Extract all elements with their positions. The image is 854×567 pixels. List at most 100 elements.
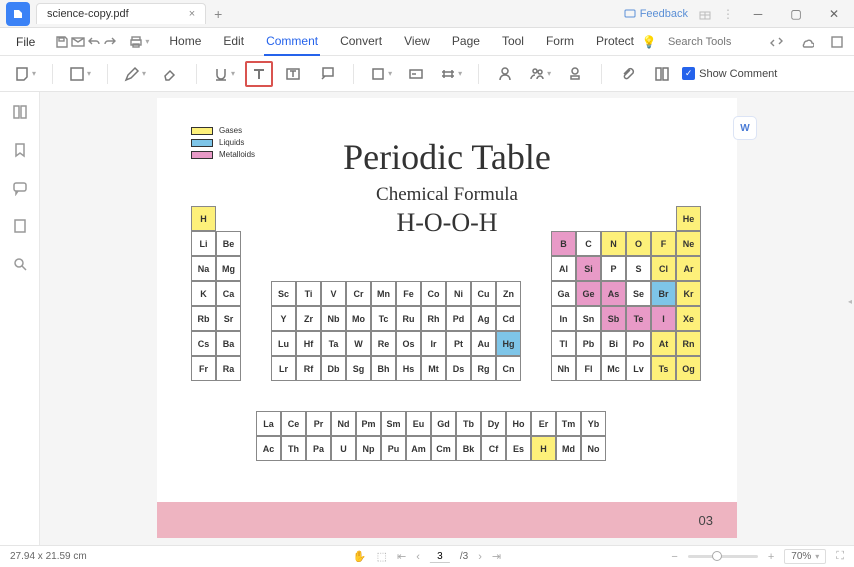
attachment-icon[interactable] <box>10 216 30 236</box>
right-panel-handle[interactable]: ◂ <box>846 284 854 320</box>
gift-icon[interactable] <box>698 7 712 21</box>
feedback-link[interactable]: Feedback <box>624 8 688 20</box>
element-Zn: Zn <box>496 281 521 306</box>
pencil-tool[interactable]: ▾ <box>120 61 150 87</box>
fit-page-icon[interactable]: ⛶ <box>836 550 844 563</box>
element-P: P <box>601 256 626 281</box>
menu-tab-view[interactable]: View <box>402 28 432 56</box>
search-tools-input[interactable] <box>668 36 758 48</box>
cloud-icon[interactable] <box>796 31 818 53</box>
element-At: At <box>651 331 676 356</box>
page-number-input[interactable] <box>430 551 450 563</box>
prev-page-icon[interactable]: ‹ <box>416 551 420 563</box>
menu-tab-edit[interactable]: Edit <box>221 28 246 56</box>
file-menu[interactable]: File <box>8 31 43 53</box>
page-title: Periodic Table <box>175 136 719 178</box>
redo-icon[interactable] <box>103 31 117 53</box>
first-page-icon[interactable]: ⇤ <box>397 550 406 563</box>
menu-tab-page[interactable]: Page <box>450 28 482 56</box>
search-icon[interactable] <box>10 254 30 274</box>
next-page-icon[interactable]: › <box>478 551 482 563</box>
element-Hg: Hg <box>496 331 521 356</box>
element-Kr: Kr <box>676 281 701 306</box>
element-Ts: Ts <box>651 356 676 381</box>
underline-tool[interactable]: ▾ <box>209 61 239 87</box>
element-Tc: Tc <box>371 306 396 331</box>
element-Pd: Pd <box>446 306 471 331</box>
element-Mo: Mo <box>346 306 371 331</box>
eraser-tool[interactable] <box>156 61 184 87</box>
menu-tab-tool[interactable]: Tool <box>500 28 526 56</box>
show-comment-toggle[interactable]: ✓ Show Comment <box>682 67 777 80</box>
element-Ar: Ar <box>676 256 701 281</box>
page-footer: 03 <box>157 502 737 538</box>
select-tool-icon[interactable]: ⬚ <box>377 550 387 563</box>
element-Th: Th <box>281 436 306 461</box>
document-viewport[interactable]: W GasesLiquidsMetalloids Periodic Table … <box>40 92 854 545</box>
stamp-tool[interactable] <box>402 61 430 87</box>
zoom-in-icon[interactable]: + <box>768 551 774 563</box>
fit-icon[interactable] <box>826 31 848 53</box>
legend-row: Liquids <box>191 138 255 147</box>
pdf-page: W GasesLiquidsMetalloids Periodic Table … <box>157 98 737 538</box>
menu-tab-comment[interactable]: Comment <box>264 28 320 56</box>
callout-tool[interactable] <box>313 61 341 87</box>
element-Rg: Rg <box>471 356 496 381</box>
print-icon[interactable] <box>129 31 143 53</box>
element-Mc: Mc <box>601 356 626 381</box>
note-tool[interactable]: ▾ <box>10 61 40 87</box>
maximize-button[interactable]: ▢ <box>782 2 810 26</box>
element-Cn: Cn <box>496 356 521 381</box>
print-dropdown[interactable]: ▾ <box>145 37 149 46</box>
element-Ho: Ho <box>506 411 531 436</box>
more-icon[interactable]: ⋮ <box>722 7 734 21</box>
people-tool[interactable]: ▾ <box>525 61 555 87</box>
close-tab-icon[interactable]: × <box>189 8 195 20</box>
word-export-badge[interactable]: W <box>733 116 757 140</box>
element-Al: Al <box>551 256 576 281</box>
element-Si: Si <box>576 256 601 281</box>
comment-icon[interactable] <box>10 178 30 198</box>
typewriter-tool[interactable] <box>245 61 273 87</box>
element-O: O <box>626 231 651 256</box>
element-Cf: Cf <box>481 436 506 461</box>
last-page-icon[interactable]: ⇥ <box>492 550 501 563</box>
menu-tab-convert[interactable]: Convert <box>338 28 384 56</box>
textbox-tool[interactable] <box>279 61 307 87</box>
undo-icon[interactable] <box>87 31 101 53</box>
highlight-tool[interactable]: ▾ <box>65 61 95 87</box>
stamp2-tool[interactable] <box>561 61 589 87</box>
element-No: No <box>581 436 606 461</box>
element-Ba: Ba <box>216 331 241 356</box>
zoom-slider[interactable] <box>688 555 758 558</box>
add-tab-button[interactable]: + <box>214 6 222 22</box>
menu-tab-protect[interactable]: Protect <box>594 28 636 56</box>
hand-tool-icon[interactable]: ✋ <box>353 550 367 563</box>
element-Ce: Ce <box>281 411 306 436</box>
comments-panel-tool[interactable] <box>648 61 676 87</box>
zoom-out-icon[interactable]: − <box>671 551 677 563</box>
minimize-button[interactable]: ─ <box>744 2 772 26</box>
attach-tool[interactable] <box>614 61 642 87</box>
element-Ga: Ga <box>551 281 576 306</box>
bulb-icon[interactable]: 💡 <box>638 31 660 53</box>
element-Og: Og <box>676 356 701 381</box>
zoom-value[interactable]: 70%▾ <box>784 549 826 564</box>
measure-tool[interactable]: ▾ <box>436 61 466 87</box>
share-icon[interactable] <box>766 31 788 53</box>
document-tab[interactable]: science-copy.pdf × <box>36 3 206 24</box>
bookmark-icon[interactable] <box>10 140 30 160</box>
close-button[interactable]: ✕ <box>820 2 848 26</box>
menu-tab-home[interactable]: Home <box>167 28 203 56</box>
save-icon[interactable] <box>55 31 69 53</box>
element-H: H <box>191 206 216 231</box>
element-Pb: Pb <box>576 331 601 356</box>
element-Fe: Fe <box>396 281 421 306</box>
person-tool[interactable] <box>491 61 519 87</box>
element-Bh: Bh <box>371 356 396 381</box>
thumbnails-icon[interactable] <box>10 102 30 122</box>
menu-tab-form[interactable]: Form <box>544 28 576 56</box>
shape-tool[interactable]: ▾ <box>366 61 396 87</box>
element-Er: Er <box>531 411 556 436</box>
mail-icon[interactable] <box>71 31 85 53</box>
